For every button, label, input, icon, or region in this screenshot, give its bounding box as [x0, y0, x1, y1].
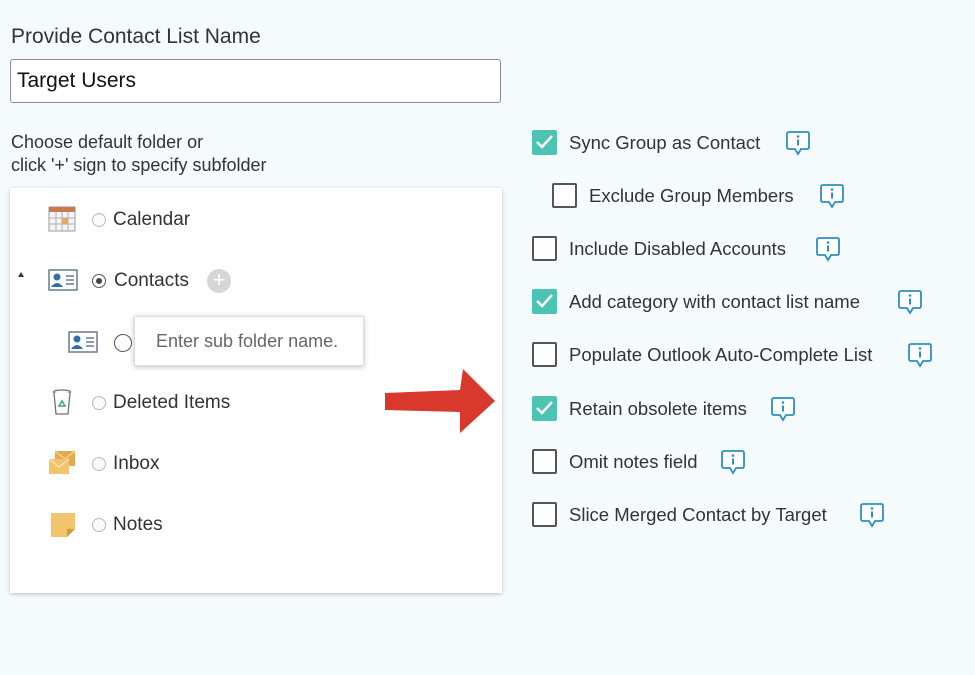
add-subfolder-button[interactable]: + — [207, 269, 231, 293]
folder-item-calendar[interactable]: Calendar — [10, 200, 502, 240]
option-label: Slice Merged Contact by Target — [569, 504, 827, 525]
checkbox-unchecked[interactable] — [532, 449, 557, 474]
contact-card-icon — [48, 269, 78, 296]
folder-radio-deleted-items[interactable] — [92, 396, 106, 410]
folder-label-inbox: Inbox — [113, 453, 160, 474]
option-label: Add category with contact list name — [569, 291, 861, 312]
subfolder-name-input[interactable] — [134, 316, 364, 366]
folder-label-notes: Notes — [113, 514, 163, 535]
checkbox-unchecked[interactable] — [552, 183, 577, 208]
info-icon[interactable] — [859, 502, 885, 533]
folder-label-contacts: Contacts — [114, 270, 189, 291]
note-icon — [50, 512, 76, 543]
checkbox-unchecked[interactable] — [532, 342, 557, 367]
folder-radio-notes[interactable] — [92, 518, 106, 532]
folder-radio-contacts[interactable] — [92, 274, 106, 288]
info-icon[interactable] — [819, 183, 845, 214]
folder-radio-inbox[interactable] — [92, 457, 106, 471]
folder-instruction-line2: click '+' sign to specify subfolder — [11, 155, 267, 175]
page-title: Provide Contact List Name — [11, 25, 261, 48]
option-label: Include Disabled Accounts — [569, 238, 786, 259]
folder-label-calendar: Calendar — [113, 209, 191, 230]
checkbox-unchecked[interactable] — [532, 502, 557, 527]
folder-instruction-line1: Choose default folder or — [11, 132, 204, 152]
info-icon[interactable] — [897, 289, 923, 320]
contact-card-icon — [68, 331, 98, 358]
checkbox-checked[interactable] — [532, 396, 557, 421]
inbox-envelope-icon — [47, 450, 77, 481]
info-icon[interactable] — [785, 130, 811, 161]
checkbox-unchecked[interactable] — [532, 236, 557, 261]
folder-label-deleted-items: Deleted Items — [113, 392, 231, 413]
right-arrow-icon — [385, 369, 495, 433]
contact-list-name-input[interactable] — [10, 59, 501, 103]
option-label: Retain obsolete items — [569, 398, 747, 419]
folder-item-inbox[interactable]: Inbox — [10, 444, 502, 484]
option-label: Sync Group as Contact — [569, 132, 761, 153]
calendar-icon — [48, 206, 76, 237]
folder-radio-calendar[interactable] — [92, 213, 106, 227]
info-icon[interactable] — [720, 449, 746, 480]
folder-item-notes[interactable]: Notes — [10, 505, 502, 545]
option-label: Omit notes field — [569, 451, 698, 472]
info-icon[interactable] — [907, 342, 933, 373]
trash-icon — [52, 389, 72, 420]
info-icon[interactable] — [770, 396, 796, 427]
option-label: Exclude Group Members — [589, 185, 794, 206]
info-icon[interactable] — [815, 236, 841, 267]
subfolder-radio[interactable] — [114, 334, 132, 352]
checkbox-checked[interactable] — [532, 130, 557, 155]
folder-item-contacts[interactable]: Contacts — [10, 261, 502, 301]
checkbox-checked[interactable] — [532, 289, 557, 314]
option-label: Populate Outlook Auto-Complete List — [569, 344, 873, 365]
